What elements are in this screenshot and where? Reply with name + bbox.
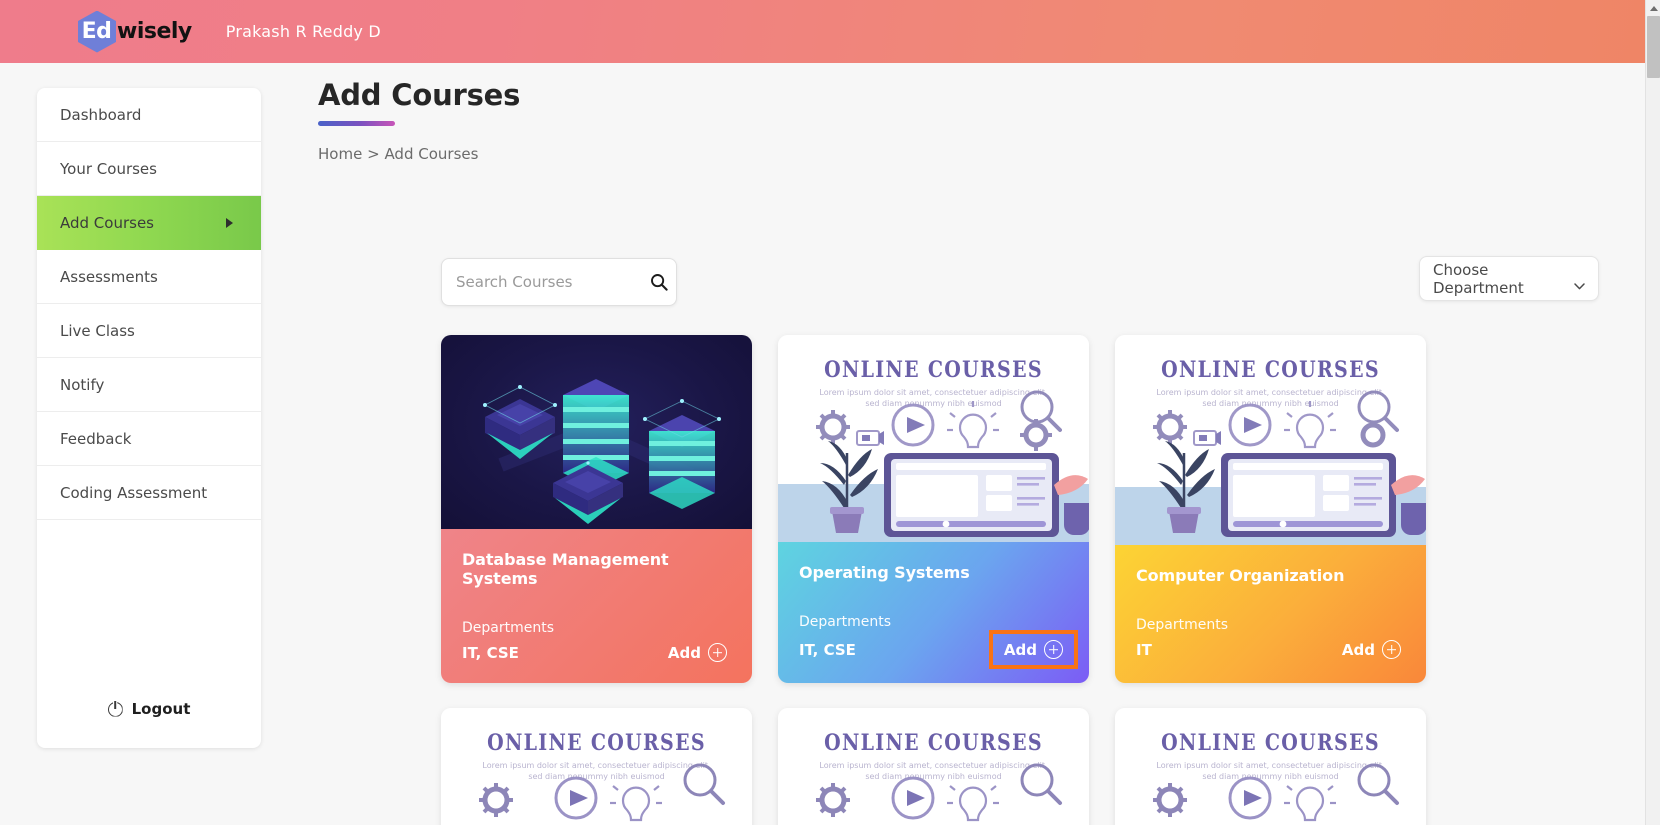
brand-wisely-text: wisely bbox=[117, 19, 192, 44]
plus-circle-icon bbox=[1044, 640, 1063, 659]
departments-label: Departments bbox=[1136, 617, 1229, 633]
scroll-up-arrow-icon[interactable] bbox=[1646, 0, 1660, 16]
online-courses-illustration: ONLINE COURSES Lorem ipsum dolor sit ame… bbox=[441, 708, 752, 825]
departments-label: Departments bbox=[462, 620, 555, 636]
course-card-art: ONLINE COURSES Lorem ipsum dolor sit ame… bbox=[441, 708, 752, 825]
course-title: Operating Systems bbox=[799, 563, 970, 582]
search-input[interactable] bbox=[456, 273, 650, 291]
sidebar-item-label: Feedback bbox=[60, 429, 132, 448]
add-button-label: Add bbox=[1003, 640, 1037, 659]
course-card[interactable]: ONLINE COURSES Lorem ipsum dolor sit ame… bbox=[778, 335, 1089, 683]
chevron-down-icon bbox=[1574, 275, 1585, 290]
online-courses-illustration: ONLINE COURSES Lorem ipsum dolor sit ame… bbox=[778, 335, 1089, 542]
course-card-art: ONLINE COURSES Lorem ipsum dolor sit ame… bbox=[778, 335, 1089, 542]
course-card-body: Computer Organization Departments IT Add bbox=[1115, 545, 1426, 683]
course-card-body: Database Management Systems Departments … bbox=[441, 529, 752, 683]
online-courses-illustration: ONLINE COURSES Lorem ipsum dolor sit ame… bbox=[1115, 335, 1426, 545]
course-card-art bbox=[441, 335, 752, 529]
courses-toolbar: Choose Department bbox=[318, 256, 1608, 318]
breadcrumb-separator: > bbox=[367, 145, 380, 163]
sidebar-item-add-courses[interactable]: Add Courses bbox=[37, 196, 261, 250]
add-button-label: Add bbox=[667, 643, 701, 662]
sidebar-item-label: Live Class bbox=[60, 321, 135, 340]
course-card[interactable]: Database Management Systems Departments … bbox=[441, 335, 752, 683]
sidebar-item-your-courses[interactable]: Your Courses bbox=[37, 142, 261, 196]
departments-row: IT, CSE Add bbox=[799, 630, 1079, 669]
departments-row: IT Add bbox=[1136, 637, 1405, 662]
breadcrumb-current: Add Courses bbox=[384, 145, 479, 163]
scrollbar-thumb[interactable] bbox=[1647, 16, 1660, 78]
departments-value: IT, CSE bbox=[462, 643, 519, 662]
sidebar-item-label: Dashboard bbox=[60, 105, 142, 124]
course-card[interactable]: ONLINE COURSES Lorem ipsum dolor sit ame… bbox=[1115, 335, 1426, 683]
breadcrumb: Home > Add Courses bbox=[318, 145, 1608, 163]
departments-value: IT bbox=[1136, 640, 1152, 659]
course-card[interactable]: ONLINE COURSES Lorem ipsum dolor sit ame… bbox=[1115, 708, 1426, 825]
sidebar-item-label: Coding Assessment bbox=[60, 483, 208, 502]
online-courses-illustration: ONLINE COURSES Lorem ipsum dolor sit ame… bbox=[778, 708, 1089, 825]
app-viewport: Ed wisely Prakash R Reddy D Dashboard Yo… bbox=[0, 0, 1660, 825]
course-card-body: Operating Systems Departments IT, CSE Ad… bbox=[778, 542, 1089, 683]
courses-grid: Database Management Systems Departments … bbox=[441, 335, 1441, 825]
add-course-button[interactable]: Add bbox=[1338, 637, 1405, 662]
add-course-button[interactable]: Add bbox=[988, 630, 1079, 669]
database-illustration bbox=[441, 335, 752, 529]
search-courses-box[interactable] bbox=[441, 258, 677, 306]
departments-value: IT, CSE bbox=[799, 640, 856, 659]
course-card[interactable]: ONLINE COURSES Lorem ipsum dolor sit ame… bbox=[778, 708, 1089, 825]
add-button-label: Add bbox=[1341, 640, 1375, 659]
breadcrumb-home[interactable]: Home bbox=[318, 145, 362, 163]
sidebar-item-coding-assessment[interactable]: Coding Assessment bbox=[37, 466, 261, 520]
page-title: Add Courses bbox=[318, 78, 521, 112]
departments-label: Departments bbox=[799, 614, 892, 630]
course-card-art: ONLINE COURSES Lorem ipsum dolor sit ame… bbox=[1115, 335, 1426, 545]
sidebar-item-live-class[interactable]: Live Class bbox=[37, 304, 261, 358]
course-title: Database Management Systems bbox=[462, 550, 669, 588]
user-name-label: Prakash R Reddy D bbox=[225, 22, 381, 41]
add-course-button[interactable]: Add bbox=[664, 640, 731, 665]
search-icon[interactable] bbox=[650, 273, 668, 291]
course-card-art: ONLINE COURSES Lorem ipsum dolor sit ame… bbox=[1115, 708, 1426, 825]
online-courses-illustration: ONLINE COURSES Lorem ipsum dolor sit ame… bbox=[1115, 708, 1426, 825]
brand-ed-text: Ed bbox=[81, 19, 112, 44]
sidebar-item-label: Notify bbox=[60, 375, 105, 394]
brand-logo[interactable]: Ed wisely bbox=[78, 10, 192, 53]
sidebar-item-notify[interactable]: Notify bbox=[37, 358, 261, 412]
hexagon-logo-icon: Ed bbox=[78, 10, 116, 53]
title-underline-accent bbox=[318, 121, 395, 126]
plus-circle-icon bbox=[708, 643, 727, 662]
department-selected-value: Choose Department bbox=[1433, 260, 1524, 297]
course-card[interactable]: ONLINE COURSES Lorem ipsum dolor sit ame… bbox=[441, 708, 752, 825]
page-scrollbar[interactable] bbox=[1645, 0, 1660, 825]
sidebar-nav: Dashboard Your Courses Add Courses Asses… bbox=[37, 88, 261, 748]
course-title: Computer Organization bbox=[1136, 566, 1345, 585]
sidebar-item-feedback[interactable]: Feedback bbox=[37, 412, 261, 466]
sidebar-item-label: Add Courses bbox=[60, 214, 154, 232]
main-content: Add Courses Home > Add Courses Choose De… bbox=[318, 78, 1608, 825]
sidebar-item-label: Your Courses bbox=[60, 159, 157, 178]
department-select[interactable]: Choose Department bbox=[1419, 256, 1599, 301]
plus-circle-icon bbox=[1382, 640, 1401, 659]
departments-row: IT, CSE Add bbox=[462, 640, 731, 665]
logout-label: Logout bbox=[131, 700, 191, 718]
logout-button[interactable]: Logout bbox=[37, 670, 261, 748]
sidebar-item-dashboard[interactable]: Dashboard bbox=[37, 88, 261, 142]
top-header-bar: Ed wisely Prakash R Reddy D bbox=[0, 0, 1645, 63]
power-icon bbox=[107, 700, 123, 717]
course-card-art: ONLINE COURSES Lorem ipsum dolor sit ame… bbox=[778, 708, 1089, 825]
chevron-right-icon bbox=[226, 218, 233, 228]
sidebar-item-assessments[interactable]: Assessments bbox=[37, 250, 261, 304]
sidebar-item-label: Assessments bbox=[60, 267, 158, 286]
